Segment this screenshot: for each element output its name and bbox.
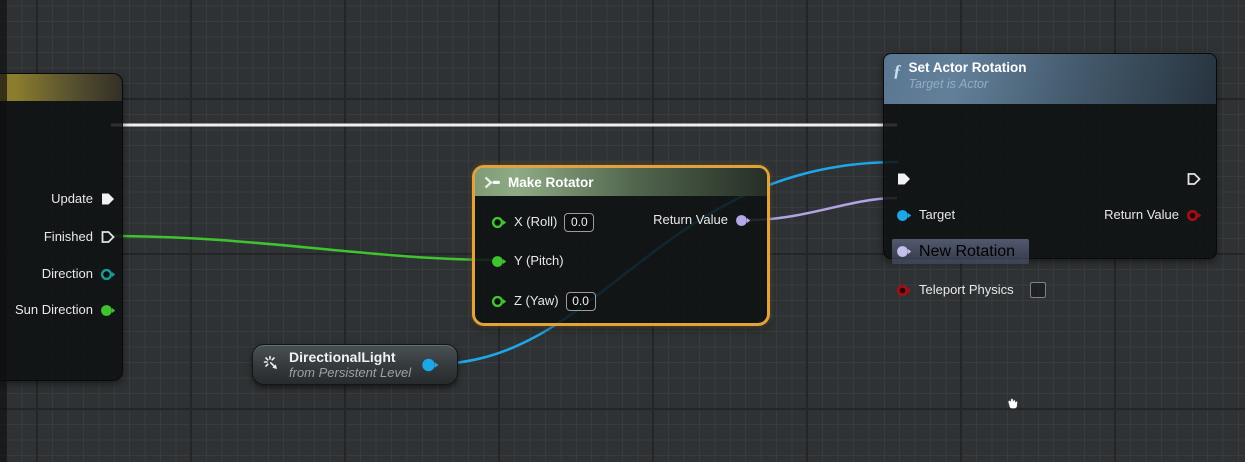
pin-row-new-rotation[interactable]: New Rotation (892, 239, 1030, 264)
pin-row-update[interactable]: Update (51, 189, 116, 209)
viewport-edge-strip (0, 0, 7, 462)
exec-pin-icon[interactable] (896, 171, 912, 187)
directional-light-node[interactable]: DirectionalLight from Persistent Level (252, 344, 458, 385)
blueprint-graph-canvas[interactable]: Update Finished Direction Sun Direction (0, 0, 1245, 462)
set-actor-rotation-node[interactable]: ƒ Set Actor Rotation Target is Actor Tar… (883, 53, 1217, 298)
exec-pin-icon[interactable] (100, 191, 116, 207)
teleport-physics-checkbox[interactable] (1029, 282, 1046, 298)
timeline-node[interactable]: Update Finished Direction Sun Direction (0, 73, 123, 381)
make-rotator-title-text: Make Rotator (508, 174, 594, 190)
pin-row-x-roll[interactable]: X (Roll) 0.0 (491, 212, 595, 232)
object-pin-icon[interactable] (896, 208, 912, 223)
grab-cursor-icon (1007, 398, 1018, 409)
float-pin-icon[interactable] (100, 303, 116, 318)
float-pin-icon[interactable] (491, 294, 507, 309)
pin-label-finished: Finished (43, 229, 93, 244)
pin-label-direction: Direction (41, 266, 93, 281)
make-rotator-node[interactable]: Make Rotator X (Roll) 0.0 Y (Pitch) Z (Y… (472, 165, 770, 326)
pin-row-finished[interactable]: Finished (44, 227, 116, 247)
set-actor-rotation-subtitle: Target is Actor (908, 77, 989, 91)
pin-label-z-yaw: Z (Yaw) (514, 293, 559, 308)
make-struct-icon (484, 176, 500, 188)
rotator-wire-returnvalue-to-newrotation (748, 196, 898, 222)
pin-row-exec-in[interactable] (896, 169, 912, 189)
pin-row-exec-out[interactable] (1186, 169, 1202, 189)
rotator-pin-icon[interactable] (896, 244, 912, 259)
pin-row-direction[interactable]: Direction (42, 264, 116, 284)
x-roll-value-input[interactable]: 0.0 (564, 212, 595, 232)
pin-row-bool-return-value[interactable]: Return Value (1104, 205, 1202, 225)
float-pin-icon[interactable] (491, 254, 507, 269)
pin-label-rotator-return-value: Return Value (653, 212, 728, 227)
pin-label-new-rotation: New Rotation (919, 242, 1016, 260)
pin-label-bool-return-value: Return Value (1104, 207, 1179, 222)
make-rotator-titlebar[interactable]: Make Rotator (475, 168, 767, 196)
bool-pin-icon[interactable] (1186, 208, 1202, 223)
pin-row-teleport-physics[interactable]: Teleport Physics (896, 280, 1046, 300)
pin-label-y-pitch: Y (Pitch) (514, 253, 564, 268)
pin-row-target[interactable]: Target (896, 205, 955, 225)
pin-row-y-pitch[interactable]: Y (Pitch) (491, 251, 564, 271)
z-yaw-value-input[interactable]: 0.0 (565, 291, 596, 311)
set-actor-rotation-titlebar[interactable]: ƒ Set Actor Rotation Target is Actor (884, 54, 1216, 104)
float-wire-sundirection-to-pitch (109, 234, 501, 262)
bool-pin-icon[interactable] (896, 283, 912, 298)
directional-light-icon (263, 355, 277, 369)
pin-row-z-yaw[interactable]: Z (Yaw) 0.0 (491, 291, 596, 311)
timeline-node-titlebar[interactable] (0, 74, 122, 101)
exec-pin-icon[interactable] (1186, 171, 1202, 187)
function-icon: ƒ (893, 61, 902, 80)
pin-label-update: Update (51, 191, 93, 206)
pin-label-teleport-physics: Teleport Physics (919, 282, 1014, 297)
float-pin-icon[interactable] (491, 215, 507, 230)
pin-label-sun-direction: Sun Direction (14, 302, 93, 317)
enum-pin-icon[interactable] (100, 267, 116, 282)
pin-row-rotator-return-value[interactable]: Return Value (653, 210, 751, 230)
rotator-pin-icon[interactable] (735, 213, 751, 228)
directional-light-title: DirectionalLight (289, 348, 396, 365)
pin-row-sun-direction[interactable]: Sun Direction (15, 300, 116, 320)
pin-label-target: Target (919, 207, 956, 222)
directional-light-subtitle: from Persistent Level (289, 364, 412, 380)
pin-label-x-roll: X (Roll) (514, 214, 558, 229)
set-actor-rotation-title-text: Set Actor Rotation (908, 60, 1027, 75)
exec-pin-icon[interactable] (100, 229, 116, 245)
object-pin-icon[interactable] (421, 357, 439, 373)
